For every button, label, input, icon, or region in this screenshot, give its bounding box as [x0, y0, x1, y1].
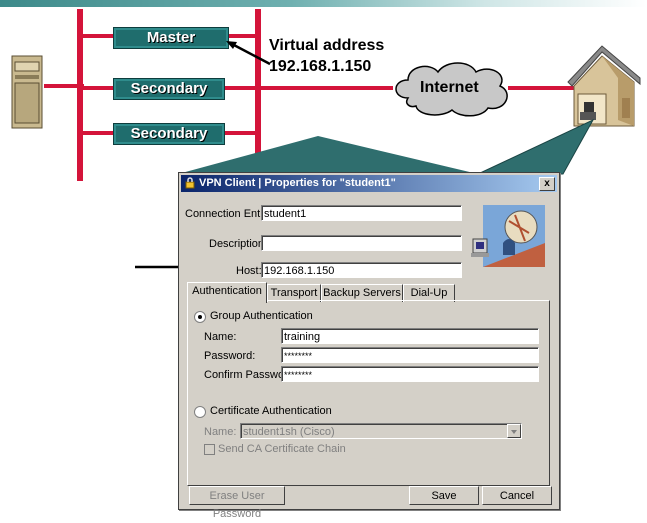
server-link	[44, 84, 84, 88]
cert-name-select[interactable]: student1sh (Cisco)	[240, 423, 522, 439]
cert-auth-radio[interactable]	[194, 406, 206, 418]
name-label: Name:	[204, 331, 237, 343]
server-icon	[11, 55, 43, 129]
internet-link-left	[258, 86, 393, 90]
send-ca-checkbox[interactable]	[204, 444, 215, 455]
vpn-lock-icon	[184, 177, 196, 189]
erase-password-button[interactable]: Erase User Password	[189, 486, 285, 520]
group-auth-label: Group Authentication	[210, 310, 313, 322]
virtual-address-arrow-icon	[224, 38, 274, 68]
host-field[interactable]: 192.168.1.150	[261, 262, 462, 278]
cert-auth-label: Certificate Authentication	[210, 405, 332, 417]
dialog-title: VPN Client | Properties for "student1"	[199, 177, 396, 189]
cert-name-label: Name:	[204, 426, 237, 438]
authentication-panel: Group Authentication Name: training Pass…	[187, 300, 550, 486]
connection-entry-label: Connection Entry:	[185, 208, 273, 220]
password-field[interactable]: ********	[281, 347, 539, 363]
dialog-titlebar[interactable]: VPN Client | Properties for "student1" x	[181, 175, 557, 192]
vpn-properties-dialog: VPN Client | Properties for "student1" x…	[178, 172, 560, 520]
group-auth-radio[interactable]	[194, 311, 206, 323]
tab-authentication[interactable]: Authentication	[187, 282, 267, 303]
internet-label: Internet	[420, 79, 479, 96]
host-label: Host:	[236, 265, 262, 277]
vpn-client-logo-icon	[469, 203, 549, 269]
callout-pointer	[178, 118, 598, 178]
router-secondary-1: Secondary	[113, 78, 225, 100]
group-name-field[interactable]: training	[281, 328, 539, 344]
router-master: Master	[113, 27, 229, 49]
virtual-address-value: 192.168.1.150	[269, 58, 372, 75]
send-ca-label: Send CA Certificate Chain	[218, 443, 346, 455]
virtual-address-label: Virtual address	[269, 37, 385, 54]
save-button[interactable]: Save	[409, 486, 479, 505]
connection-entry-field[interactable]: student1	[261, 205, 462, 221]
confirm-password-field[interactable]: ********	[281, 366, 539, 382]
close-button[interactable]: x	[539, 177, 555, 191]
password-label: Password:	[204, 350, 256, 362]
description-field[interactable]	[261, 235, 462, 251]
top-banner	[0, 0, 647, 7]
description-label: Description:	[209, 238, 268, 250]
cancel-button[interactable]: Cancel	[482, 486, 552, 505]
chevron-down-icon[interactable]	[507, 424, 521, 438]
